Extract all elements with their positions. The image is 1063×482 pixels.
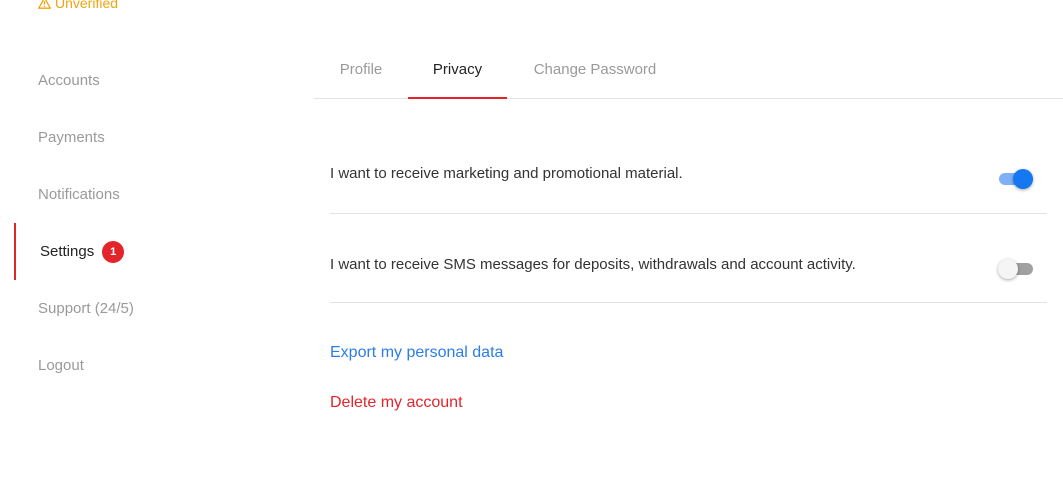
tab-privacy[interactable]: Privacy (408, 40, 507, 99)
toggle-knob (998, 259, 1018, 279)
sidebar-item-logout[interactable]: Logout (0, 337, 300, 394)
tab-change-password[interactable]: Change Password (507, 40, 683, 98)
sidebar-item-label: Payments (38, 129, 105, 146)
sms-toggle[interactable] (998, 258, 1033, 280)
settings-tabs: Profile Privacy Change Password (314, 40, 1063, 99)
marketing-toggle[interactable] (999, 168, 1033, 190)
toggle-knob (1013, 169, 1033, 189)
sidebar-item-label: Settings (40, 243, 95, 260)
sms-setting-label: I want to receive SMS messages for depos… (330, 256, 856, 273)
sidebar-item-settings[interactable]: Settings 1 (0, 223, 300, 280)
unverified-label: Unverified (55, 0, 119, 11)
sidebar-item-label: Logout (38, 357, 84, 374)
marketing-setting-label: I want to receive marketing and promotio… (330, 165, 683, 182)
marketing-setting-row: I want to receive marketing and promotio… (330, 130, 1047, 214)
page: Unverified Accounts Payments Notificatio… (0, 0, 1063, 482)
warning-icon (38, 0, 51, 9)
sidebar-item-label: Notifications (38, 186, 120, 203)
sidebar-item-payments[interactable]: Payments (0, 109, 300, 166)
sms-setting-row: I want to receive SMS messages for depos… (330, 214, 1047, 303)
sidebar: Accounts Payments Notifications Settings… (0, 52, 300, 394)
sidebar-item-support[interactable]: Support (24/5) (0, 280, 300, 337)
unverified-status: Unverified (38, 0, 118, 12)
sidebar-item-label: Accounts (38, 72, 100, 89)
export-data-link[interactable]: Export my personal data (330, 344, 503, 362)
sidebar-item-accounts[interactable]: Accounts (0, 52, 300, 109)
sidebar-item-label: Support (24/5) (38, 300, 134, 317)
tab-profile[interactable]: Profile (314, 40, 408, 98)
notification-badge: 1 (102, 240, 125, 263)
delete-account-link[interactable]: Delete my account (330, 394, 463, 412)
sidebar-item-notifications[interactable]: Notifications (0, 166, 300, 223)
